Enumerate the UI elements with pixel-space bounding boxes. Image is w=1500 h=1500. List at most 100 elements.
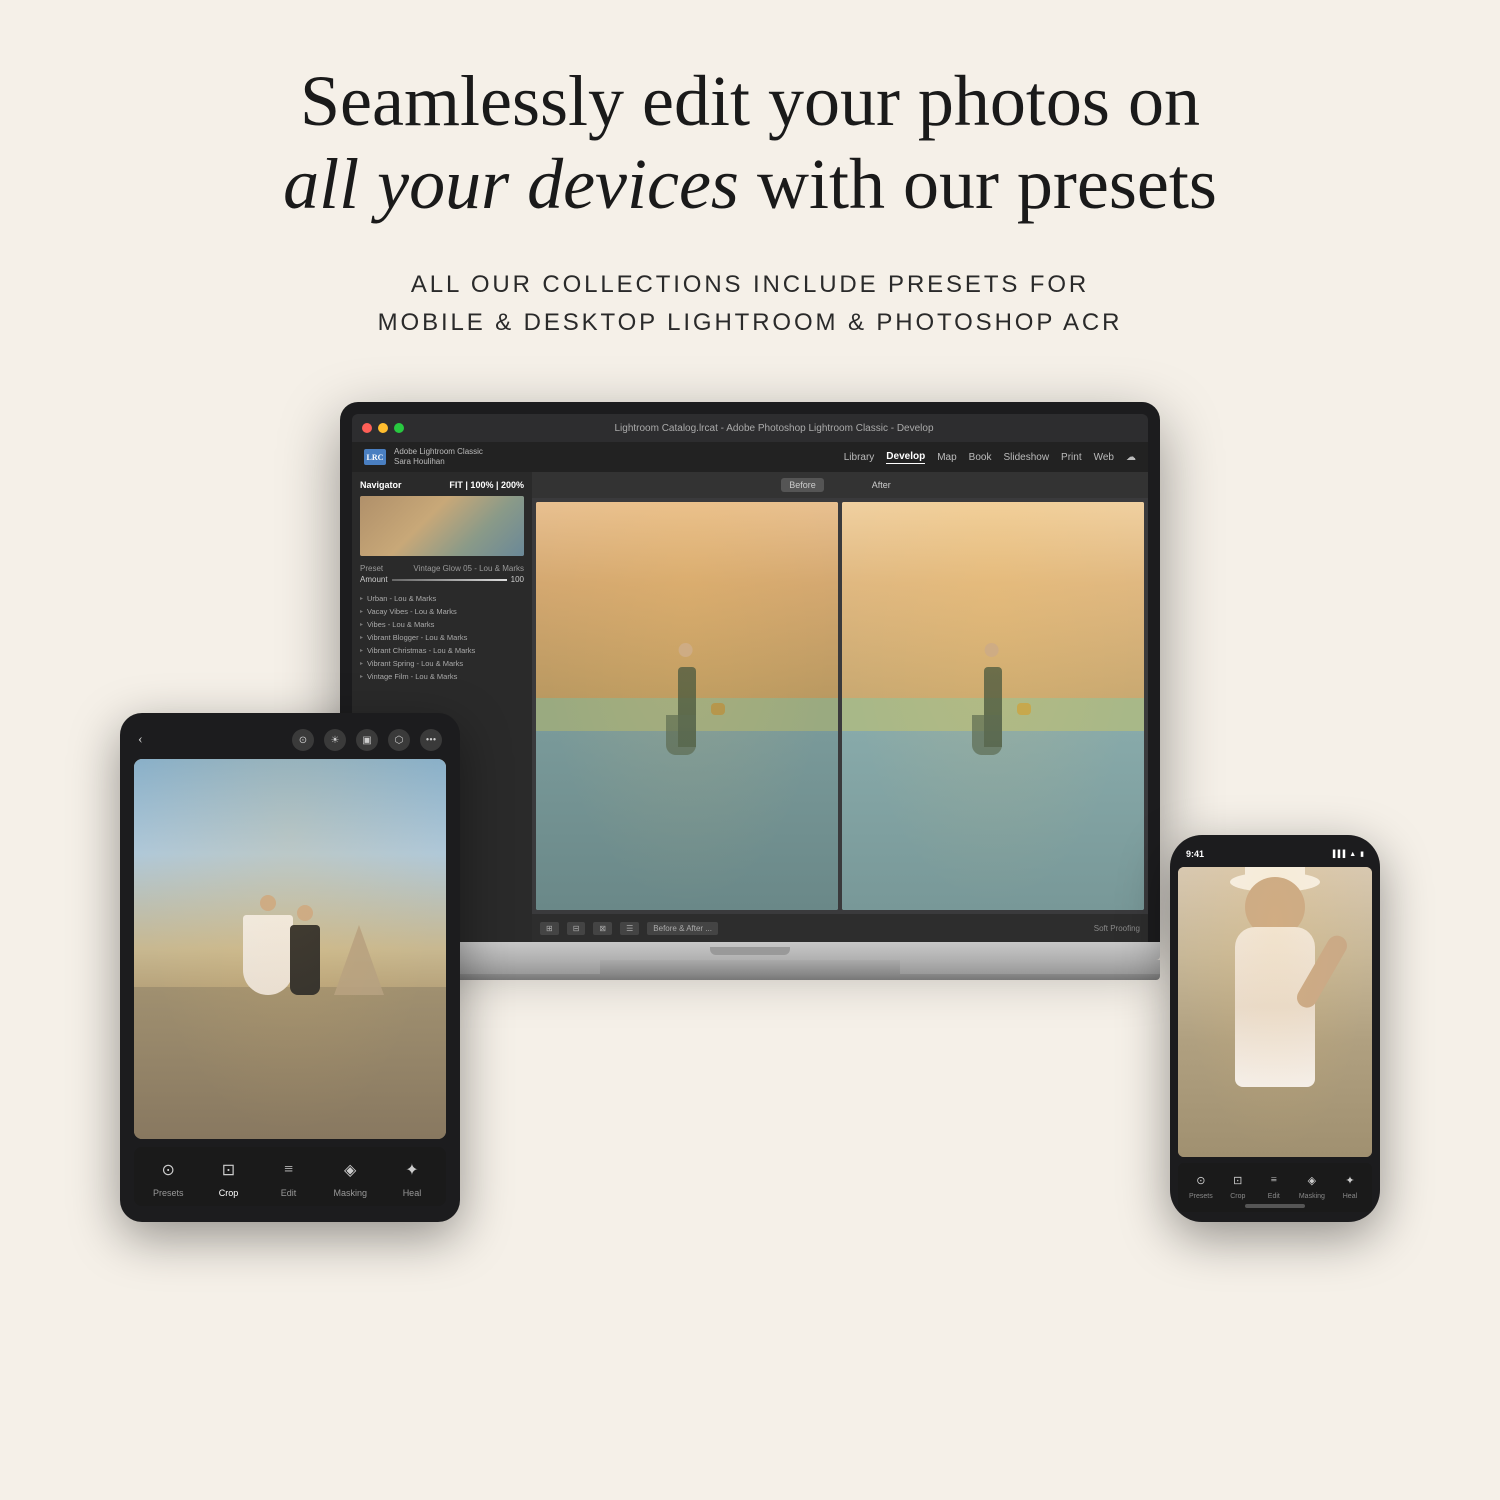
lr-nav-print[interactable]: Print bbox=[1061, 452, 1082, 463]
laptop-stand-inner bbox=[600, 960, 900, 974]
lr-topbar: LRC Adobe Lightroom Classic Sara Houliha… bbox=[352, 442, 1148, 472]
crop-icon: ⊡ bbox=[213, 1155, 243, 1185]
tablet-tool-presets[interactable]: ⊙ Presets bbox=[153, 1155, 184, 1198]
tipi-shape bbox=[334, 925, 384, 995]
lr-nav-develop[interactable]: Develop bbox=[886, 451, 925, 464]
groom-body bbox=[290, 925, 320, 995]
list-item[interactable]: Vintage Film - Lou & Marks bbox=[360, 670, 524, 683]
phone-status-icons: ▐▐▐ ▲ ▮ bbox=[1330, 850, 1364, 858]
lr-survey-btn[interactable]: ☰ bbox=[620, 922, 639, 935]
tablet-icon-more[interactable]: ••• bbox=[420, 729, 442, 751]
lr-amount-label: Amount bbox=[360, 575, 388, 584]
phone-tool-heal[interactable]: ✦ Heal bbox=[1339, 1169, 1361, 1200]
close-dot[interactable] bbox=[362, 423, 372, 433]
lr-navigator-label: Navigator bbox=[360, 480, 402, 490]
list-item[interactable]: Vacay Vibes - Lou & Marks bbox=[360, 605, 524, 618]
phone-time: 9:41 bbox=[1186, 849, 1204, 859]
lr-amount-slider[interactable] bbox=[392, 579, 507, 581]
tablet-body: ‹ ⊙ ☀ ▣ ⬡ ••• bbox=[120, 713, 460, 1222]
lr-nav-library[interactable]: Library bbox=[844, 452, 875, 463]
list-item[interactable]: Urban - Lou & Marks bbox=[360, 592, 524, 605]
phone-crop-label: Crop bbox=[1230, 1193, 1245, 1200]
lr-grid-btn[interactable]: ⊞ bbox=[540, 922, 559, 935]
tablet-icon-camera[interactable]: ⬡ bbox=[388, 729, 410, 751]
lr-before-image bbox=[536, 502, 838, 910]
laptop-titlebar: Lightroom Catalog.lrcat - Adobe Photosho… bbox=[352, 414, 1148, 442]
laptop-notch bbox=[710, 947, 790, 955]
phone-tool-masking[interactable]: ◈ Masking bbox=[1299, 1169, 1325, 1200]
laptop-base bbox=[340, 942, 1160, 960]
laptop-stand bbox=[340, 960, 1160, 974]
list-item[interactable]: Vibrant Spring - Lou & Marks bbox=[360, 657, 524, 670]
headline-italic: all your devices bbox=[283, 144, 739, 224]
masking-label: Masking bbox=[333, 1188, 367, 1198]
lr-before-after-select[interactable]: Before & After ... bbox=[647, 922, 718, 935]
presets-label: Presets bbox=[153, 1188, 184, 1198]
phone-photo bbox=[1178, 867, 1372, 1157]
list-item[interactable]: Vibrant Christmas - Lou & Marks bbox=[360, 644, 524, 657]
tablet-toolbar-icons: ⊙ Presets ⊡ Crop ≡ Edit ◈ Masking bbox=[138, 1155, 442, 1198]
laptop-body: Lightroom Catalog.lrcat - Adobe Photosho… bbox=[340, 402, 1160, 942]
list-item[interactable]: Vibes - Lou & Marks bbox=[360, 618, 524, 631]
phone-bottom-toolbar: ⊙ Presets ⊡ Crop ≡ Edit ◈ Masking bbox=[1178, 1163, 1372, 1212]
maximize-dot[interactable] bbox=[394, 423, 404, 433]
phone-tool-edit[interactable]: ≡ Edit bbox=[1263, 1169, 1285, 1200]
tablet-tool-edit[interactable]: ≡ Edit bbox=[273, 1155, 303, 1198]
subheadline: ALL OUR COLLECTIONS INCLUDE PRESETS FOR … bbox=[378, 266, 1123, 343]
tablet-icon-presets[interactable]: ⊙ bbox=[292, 729, 314, 751]
phone-masking-icon: ◈ bbox=[1301, 1169, 1323, 1191]
phone-tool-presets[interactable]: ⊙ Presets bbox=[1189, 1169, 1213, 1200]
lr-cloud-icon: ☁ bbox=[1126, 452, 1136, 463]
lr-before-btn[interactable]: Before bbox=[781, 478, 824, 492]
phone-screen bbox=[1178, 867, 1372, 1157]
heal-label: Heal bbox=[403, 1188, 422, 1198]
tablet-icon-profile[interactable]: ▣ bbox=[356, 729, 378, 751]
phone-body: 9:41 ▐▐▐ ▲ ▮ bbox=[1170, 835, 1380, 1222]
phone-edit-label: Edit bbox=[1268, 1193, 1280, 1200]
lr-nav-book[interactable]: Book bbox=[969, 452, 992, 463]
lr-nav-map[interactable]: Map bbox=[937, 452, 956, 463]
lr-preset-list: Urban - Lou & Marks Vacay Vibes - Lou & … bbox=[360, 592, 524, 683]
titlebar-text: Lightroom Catalog.lrcat - Adobe Photosho… bbox=[410, 423, 1138, 434]
tablet-tool-heal[interactable]: ✦ Heal bbox=[397, 1155, 427, 1198]
lr-logo: LRC bbox=[364, 449, 386, 465]
tablet-screen bbox=[134, 759, 446, 1139]
lr-fit-label: FIT | 100% | 200% bbox=[449, 480, 524, 490]
tablet-icon-adjust[interactable]: ☀ bbox=[324, 729, 346, 751]
phone-heal-label: Heal bbox=[1343, 1193, 1357, 1200]
headline-normal: with our presets bbox=[739, 144, 1217, 224]
heal-icon: ✦ bbox=[397, 1155, 427, 1185]
tablet-tool-crop[interactable]: ⊡ Crop bbox=[213, 1155, 243, 1198]
tablet-back-button[interactable]: ‹ bbox=[138, 732, 143, 748]
groom-figure bbox=[290, 925, 320, 995]
tablet-device: ‹ ⊙ ☀ ▣ ⬡ ••• bbox=[120, 713, 460, 1222]
phone-toolbar-icons: ⊙ Presets ⊡ Crop ≡ Edit ◈ Masking bbox=[1182, 1169, 1368, 1200]
lr-photo-before bbox=[536, 502, 838, 910]
lr-content: Navigator FIT | 100% | 200% Preset Vinta… bbox=[352, 472, 1148, 942]
lr-before-after-bar: Before After bbox=[532, 472, 1148, 498]
subheadline-line1: ALL OUR COLLECTIONS INCLUDE PRESETS FOR bbox=[411, 271, 1089, 298]
phone-edit-icon: ≡ bbox=[1263, 1169, 1285, 1191]
lr-nav-slideshow[interactable]: Slideshow bbox=[1003, 452, 1049, 463]
phone-masking-label: Masking bbox=[1299, 1193, 1325, 1200]
lr-after-btn[interactable]: After bbox=[864, 478, 899, 492]
list-item[interactable]: Vibrant Blogger - Lou & Marks bbox=[360, 631, 524, 644]
laptop-device: Lightroom Catalog.lrcat - Adobe Photosho… bbox=[340, 402, 1160, 980]
lr-compare-btn[interactable]: ⊟ bbox=[567, 922, 586, 935]
subheadline-line2: MOBILE & DESKTOP LIGHTROOM & PHOTOSHOP A… bbox=[378, 309, 1123, 336]
lr-preset-label: Preset bbox=[360, 564, 383, 573]
tablet-tool-masking[interactable]: ◈ Masking bbox=[333, 1155, 367, 1198]
groom-head bbox=[297, 905, 313, 921]
phone-crop-icon: ⊡ bbox=[1227, 1169, 1249, 1191]
minimize-dot[interactable] bbox=[378, 423, 388, 433]
phone-tool-crop[interactable]: ⊡ Crop bbox=[1227, 1169, 1249, 1200]
phone-presets-icon: ⊙ bbox=[1190, 1169, 1212, 1191]
phone-heal-icon: ✦ bbox=[1339, 1169, 1361, 1191]
lr-preset-name: Vintage Glow 05 - Lou & Marks bbox=[413, 564, 524, 573]
model-torso bbox=[1235, 927, 1315, 1087]
bride-dress bbox=[243, 915, 293, 995]
lr-nav-web[interactable]: Web bbox=[1094, 452, 1114, 463]
lr-nav: Library Develop Map Book Slideshow Print… bbox=[491, 451, 1136, 464]
headline: Seamlessly edit your photos on all your … bbox=[283, 60, 1217, 226]
lr-loupe-btn[interactable]: ⊠ bbox=[593, 922, 612, 935]
